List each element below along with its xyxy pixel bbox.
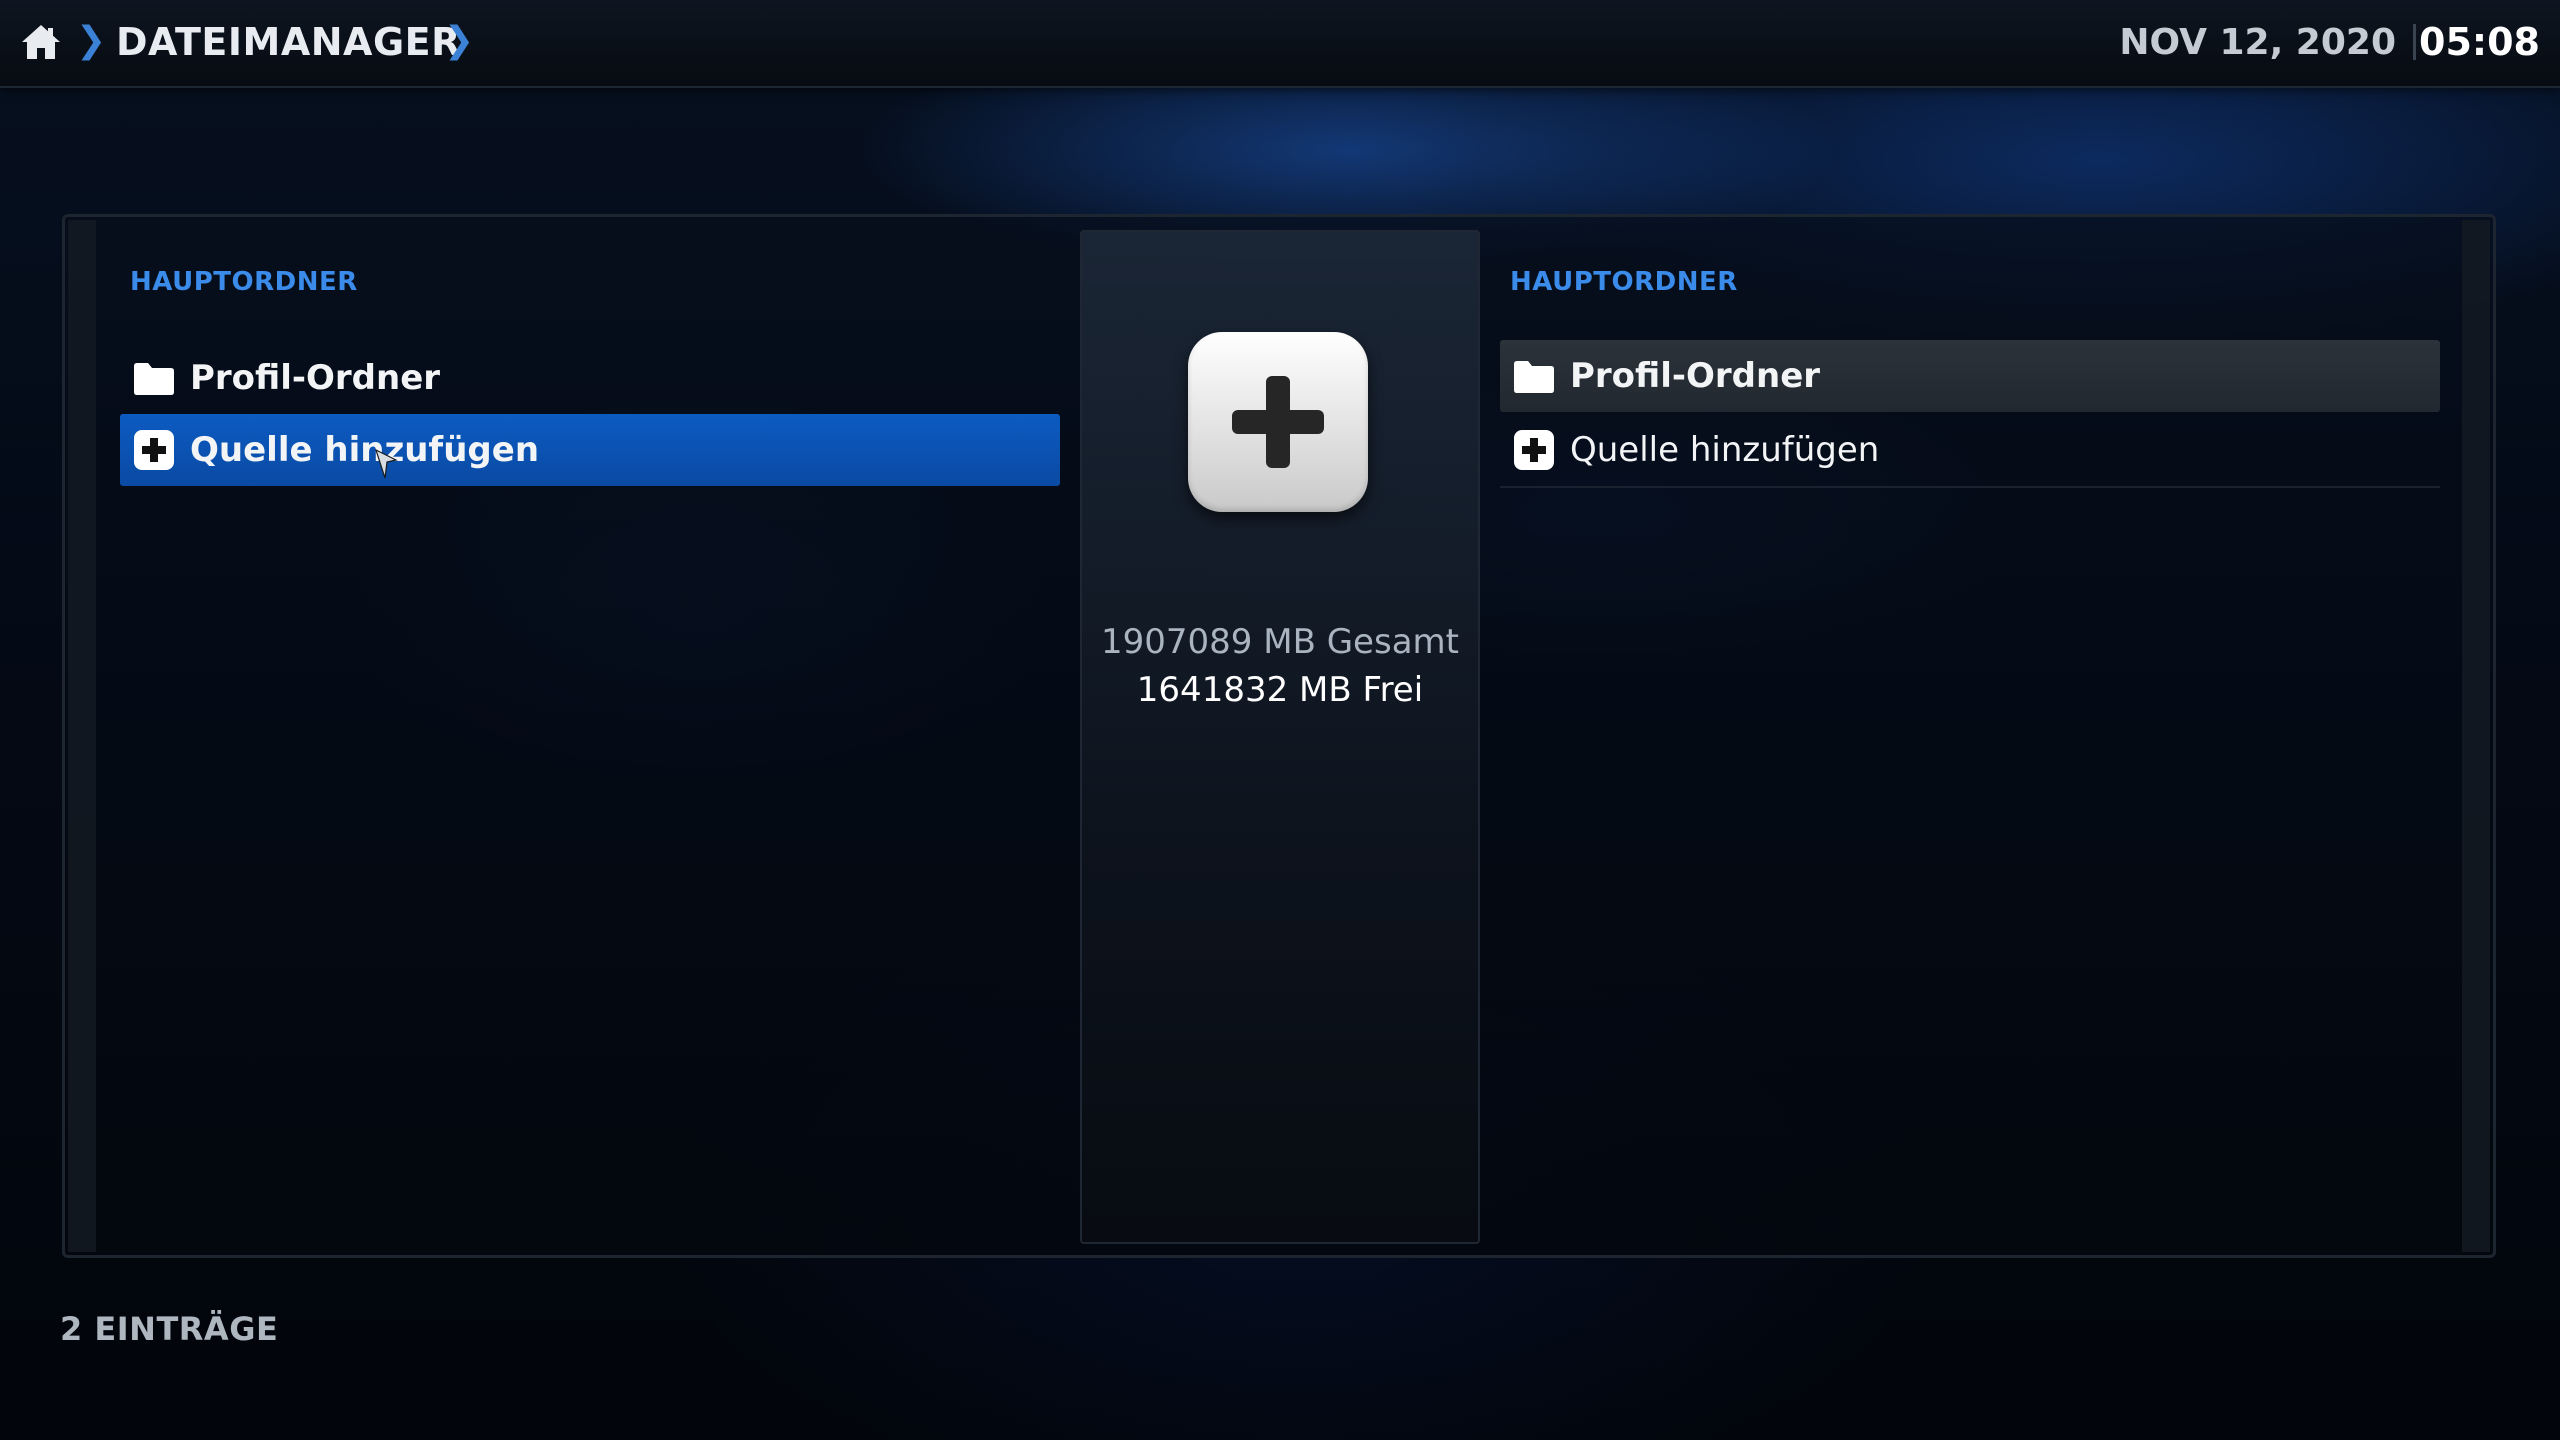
left-list-item-add-source[interactable]: Quelle hinzufügen	[120, 414, 1060, 486]
add-source-icon	[1514, 430, 1554, 470]
frame-edge-left	[68, 220, 96, 1252]
storage-free: 1641832 MB Frei	[1136, 670, 1424, 710]
add-icon	[1188, 332, 1368, 512]
breadcrumb-separator-icon: ❯	[76, 20, 107, 61]
top-bar: ❯ DATEIMANAGER ❯ NOV 12, 2020 05:08	[0, 0, 2560, 88]
right-list-item-add-source[interactable]: Quelle hinzufügen	[1500, 414, 2440, 486]
date-display: NOV 12, 2020	[2119, 22, 2396, 63]
list-item-label: Quelle hinzufügen	[1570, 430, 1880, 470]
left-list-item-profile-folder[interactable]: Profil-Ordner	[120, 342, 1060, 414]
right-list-item-profile-folder[interactable]: Profil-Ordner	[1500, 340, 2440, 412]
home-icon[interactable]	[20, 22, 62, 62]
folder-icon	[134, 363, 174, 395]
add-source-icon	[134, 430, 174, 470]
row-divider	[1500, 486, 2440, 488]
list-item-label: Quelle hinzufügen	[190, 430, 540, 470]
mouse-pointer-icon	[374, 448, 398, 479]
clock: 05:08	[2419, 20, 2540, 64]
left-pane-header: HAUPTORDNER	[130, 267, 358, 297]
folder-icon	[1514, 361, 1554, 393]
plus-icon	[1232, 376, 1324, 468]
list-item-label: Profil-Ordner	[190, 358, 441, 398]
list-item-label: Profil-Ordner	[1570, 356, 1821, 396]
file-manager-screen: ❯ DATEIMANAGER ❯ NOV 12, 2020 05:08 HAUP…	[0, 0, 2560, 1440]
storage-total: 1907089 MB Gesamt	[1101, 622, 1459, 662]
page-title: DATEIMANAGER	[116, 20, 461, 64]
breadcrumb-separator-icon: ❯	[444, 20, 475, 61]
item-count: 2 EINTRÄGE	[60, 1310, 279, 1348]
date-time-divider	[2413, 24, 2416, 60]
right-pane-header: HAUPTORDNER	[1510, 267, 1738, 297]
frame-edge-right	[2462, 220, 2490, 1252]
